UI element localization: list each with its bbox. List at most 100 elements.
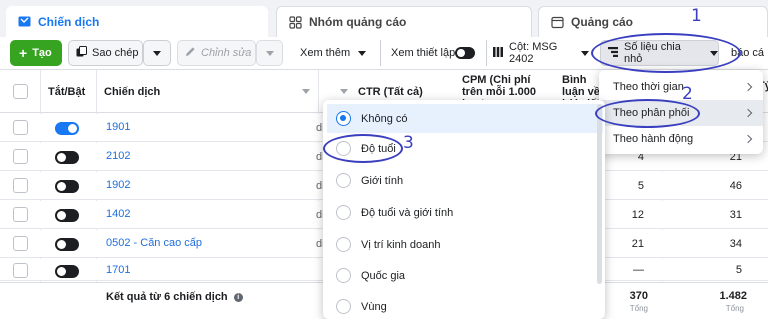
more-button[interactable]: Xem thêm (290, 40, 376, 66)
summary-comments: 370 (629, 290, 648, 302)
tab-campaigns-label: Chiến dịch (38, 14, 100, 29)
radio[interactable] (336, 173, 351, 188)
row-toggle[interactable] (55, 180, 79, 193)
preview-switch[interactable] (455, 47, 475, 59)
row-toggle[interactable] (55, 122, 79, 135)
annotation-number-1: 1 (691, 6, 702, 26)
campaign-name-link[interactable]: 1402 (106, 208, 130, 220)
ad-card-icon (551, 16, 564, 29)
chevron-right-icon (743, 82, 753, 92)
menu-scrollbar[interactable] (597, 104, 602, 284)
chevron-down-icon (153, 50, 161, 56)
plus-icon: + (19, 45, 28, 61)
last-value: 31 (729, 209, 742, 221)
delivery-option-label: Không có (361, 112, 408, 125)
edit-dropdown-button[interactable] (256, 40, 283, 66)
breakdown-item-action[interactable]: Theo hành động (599, 126, 763, 152)
row-checkbox[interactable] (13, 149, 28, 164)
radio[interactable] (336, 237, 351, 252)
annotation-number-2: 2 (682, 84, 693, 104)
chevron-down-icon (265, 50, 274, 56)
comments-value: 12 (631, 209, 644, 221)
annotation-ellipse-1 (591, 33, 741, 73)
row-checkbox[interactable] (13, 178, 28, 193)
summary-label: Kết quả từ 6 chiến dịch i (106, 291, 243, 303)
radio-selected[interactable] (336, 111, 351, 126)
comments-value: 5 (637, 180, 644, 192)
summary-label-text: Kết quả từ 6 chiến dịch (106, 291, 228, 303)
radio[interactable] (336, 299, 351, 314)
annotation-ellipse-3 (323, 134, 403, 163)
delivery-option-none[interactable]: Không có (327, 104, 603, 133)
row-toggle[interactable] (55, 151, 79, 164)
delivery-option-region[interactable]: Vùng (327, 292, 603, 319)
breakdown-item-label: Theo hành động (613, 133, 694, 145)
breakdown-item-time[interactable]: Theo thời gian (599, 74, 763, 100)
delivery-option-label: Vị trí kinh doanh (361, 238, 441, 251)
delivery-option-age-gender[interactable]: Độ tuổi và giới tính (327, 198, 603, 227)
row-checkbox[interactable] (13, 120, 28, 135)
row-checkbox[interactable] (13, 236, 28, 251)
columns-button[interactable]: Cột: MSG 2402 (493, 40, 589, 66)
delivery-option-gender[interactable]: Giới tính (327, 166, 603, 195)
select-all-checkbox[interactable] (13, 84, 28, 99)
tab-bar: Chiến dịch Nhóm quảng cáo Quảng cáo (0, 0, 768, 37)
annotation-number-3: 3 (403, 133, 414, 153)
column-header-toggle[interactable]: Tắt/Bật (42, 70, 96, 113)
edit-button[interactable]: Chỉnh sửa (177, 40, 256, 66)
sort-icon (340, 89, 348, 94)
copy-button[interactable]: Sao chép (68, 40, 143, 66)
radio[interactable] (336, 268, 351, 283)
tab-campaigns[interactable]: Chiến dịch (6, 6, 268, 37)
campaign-header-label: Chiến dịch (104, 85, 161, 98)
delivery-option-label: Độ tuổi và giới tính (361, 206, 454, 219)
summary-last: 1.482 (719, 290, 747, 302)
sort-icon (302, 89, 310, 94)
create-button[interactable]: + Tạo (10, 40, 62, 66)
preview-label: Xem thiết lập (391, 47, 456, 59)
delivery-option-label: Giới tính (361, 174, 404, 187)
folder-icon (18, 15, 31, 28)
tab-ads-label: Quảng cáo (571, 15, 634, 29)
last-value: 5 (735, 264, 742, 276)
campaign-name-link[interactable]: 0502 - Căn cao cấp (106, 237, 202, 249)
campaign-name-link[interactable]: 1902 (106, 179, 130, 191)
delivery-option-business-location[interactable]: Vị trí kinh doanh (327, 230, 603, 259)
copy-label: Sao chép (92, 47, 139, 59)
row-toggle[interactable] (55, 265, 79, 278)
chevron-down-icon (581, 50, 589, 56)
info-icon[interactable]: i (233, 292, 243, 302)
breakdown-item-label: Theo thời gian (613, 81, 684, 93)
delivery-option-label: Vùng (361, 300, 387, 313)
copy-icon (76, 46, 87, 60)
summary-last-sub: Tổng (725, 304, 744, 313)
radio[interactable] (336, 205, 351, 220)
last-value: 46 (729, 180, 742, 192)
last-value: 34 (729, 238, 742, 250)
comments-value: — (633, 264, 644, 276)
row-checkbox[interactable] (13, 207, 28, 222)
campaign-name-link[interactable]: 2102 (106, 150, 130, 162)
comments-value: 21 (631, 238, 644, 250)
columns-label: Cột: MSG 2402 (509, 41, 558, 65)
delivery-breakdown-menu: Không có Độ tuổi Giới tính Độ tuổi và gi… (323, 100, 605, 319)
create-label: Tạo (32, 47, 52, 59)
tab-adsets-label: Nhóm quảng cáo (309, 15, 407, 29)
column-header-campaign[interactable]: Chiến dịch (98, 70, 318, 113)
copy-dropdown-button[interactable] (143, 40, 171, 66)
edit-label: Chỉnh sửa (201, 47, 252, 59)
divider (380, 40, 381, 66)
chevron-right-icon (743, 108, 753, 118)
pencil-icon (185, 46, 196, 60)
grid-icon (289, 15, 302, 29)
summary-comments-sub: Tổng (629, 304, 648, 313)
divider (486, 40, 487, 66)
campaign-name-link[interactable]: 1701 (106, 264, 130, 276)
row-toggle[interactable] (55, 238, 79, 251)
columns-icon (493, 46, 503, 60)
delivery-option-country[interactable]: Quốc gia (327, 261, 603, 290)
row-toggle[interactable] (55, 209, 79, 222)
row-checkbox[interactable] (13, 263, 28, 278)
campaign-name-link[interactable]: 1901 (106, 121, 130, 133)
tab-adsets[interactable]: Nhóm quảng cáo (276, 6, 532, 37)
